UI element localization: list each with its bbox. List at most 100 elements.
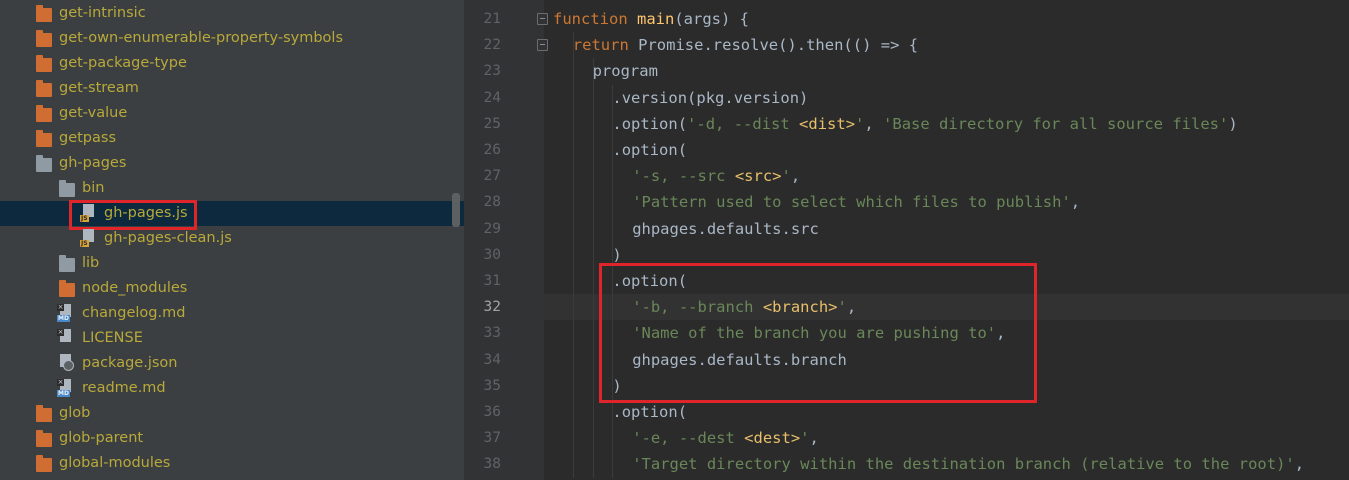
line-number: 22: [483, 37, 501, 54]
code-token: '-d, --dist: [687, 114, 800, 133]
code-line[interactable]: '-s, --src <src>',: [632, 163, 800, 189]
line-number: 33: [483, 325, 501, 342]
tree-folder-gh-pages[interactable]: gh-pages: [0, 151, 464, 176]
file-js-icon: JS: [80, 229, 98, 247]
chevron-right-icon[interactable]: [12, 126, 26, 151]
tree-folder-glob[interactable]: glob: [0, 401, 464, 426]
code-highlight-box: [599, 263, 1037, 403]
chevron-right-icon[interactable]: [12, 101, 26, 126]
code-token: .option(: [612, 141, 688, 159]
tree-folder-node-modules[interactable]: node_modules: [0, 276, 464, 301]
line-number: 30: [483, 246, 501, 263]
folder-icon: [59, 180, 75, 197]
tree-folder-get-value[interactable]: get-value: [0, 101, 464, 126]
tree-file-package-json[interactable]: package.json: [0, 351, 464, 376]
code-token: <dest>: [744, 429, 801, 448]
chevron-right-icon[interactable]: [35, 276, 49, 301]
code-line[interactable]: 'Pattern used to select which files to p…: [632, 189, 1080, 215]
folder-icon: [36, 55, 52, 72]
tree-item-label: changelog.md: [82, 305, 186, 321]
tree-file-gh-pages-clean-js[interactable]: JS gh-pages-clean.js: [0, 226, 464, 251]
code-token: ,: [864, 114, 884, 133]
code-line[interactable]: ghpages.defaults.src: [632, 216, 819, 242]
chevron-right-icon[interactable]: [12, 51, 26, 76]
tree-item-label: lib: [82, 255, 100, 271]
code-token: <src>: [734, 167, 782, 186]
code-line[interactable]: .option('-d, --dist <dist>', 'Base direc…: [612, 111, 1237, 137]
folder-icon: [59, 255, 75, 272]
line-number: 34: [483, 351, 501, 368]
code-line[interactable]: '-e, --dest <dest>',: [632, 425, 819, 451]
code-token: ,: [790, 167, 801, 186]
tree-scrollbar-thumb[interactable]: [452, 193, 460, 227]
chevron-right-icon[interactable]: [35, 251, 49, 276]
tree-item-label: package.json: [82, 355, 178, 371]
tree-item-label: glob-parent: [59, 430, 144, 446]
line-number: 25: [483, 115, 501, 132]
chevron-right-icon[interactable]: [12, 1, 26, 26]
code-line[interactable]: function main(args) {: [553, 6, 749, 32]
chevron-right-icon[interactable]: [12, 426, 26, 451]
code-editor[interactable]: 21 22 23 24 25 26 27 28 29 30 31 32 33 34 35 36 37 38 fun…: [464, 0, 1349, 480]
code-token: 'Target directory within the destination…: [632, 455, 1295, 474]
project-tree[interactable]: get-intrinsic get-own-enumerable-property…: [0, 0, 464, 480]
code-token: '-e, --dest: [632, 429, 745, 448]
tree-folder-get-package-type[interactable]: get-package-type: [0, 51, 464, 76]
line-number: 24: [483, 89, 501, 106]
folder-icon: [36, 5, 52, 22]
code-token: ': [855, 114, 865, 133]
tree-item-label: node_modules: [82, 280, 188, 296]
chevron-right-icon[interactable]: [12, 451, 26, 476]
line-number: 31: [483, 273, 501, 289]
fold-toggle-icon[interactable]: [537, 13, 548, 25]
code-token: ): [1228, 114, 1238, 133]
tree-folder-get-stream[interactable]: get-stream: [0, 76, 464, 101]
tree-folder-get-own-enumerable-property-symbols[interactable]: get-own-enumerable-property-symbols: [0, 26, 464, 51]
line-number: 27: [483, 168, 501, 185]
line-number: 23: [483, 63, 501, 80]
line-number: 21: [483, 11, 501, 27]
tree-item-label: get-stream: [59, 80, 139, 96]
code-line[interactable]: program: [593, 58, 658, 84]
code-token: ': [781, 167, 791, 186]
tree-item-label: gh-pages-clean.js: [104, 230, 232, 246]
line-number: 36: [483, 404, 501, 420]
tree-folder-global-modules[interactable]: global-modules: [0, 451, 464, 476]
chevron-right-icon[interactable]: [12, 26, 26, 51]
code-token: .option(: [612, 114, 688, 133]
code-token: Promise.resolve().then(() => {: [628, 36, 919, 55]
indent-guide: [592, 58, 594, 478]
code-token: ,: [809, 429, 819, 448]
tree-file-license[interactable]: × LICENSE: [0, 326, 464, 351]
code-token: '-s, --src: [632, 167, 735, 186]
chevron-right-icon[interactable]: [12, 401, 26, 426]
tree-item-label: readme.md: [82, 380, 166, 396]
tree-folder-getpass[interactable]: getpass: [0, 126, 464, 151]
chevron-down-icon[interactable]: [12, 151, 26, 176]
code-line[interactable]: return Promise.resolve().then(() => {: [573, 32, 918, 58]
tree-folder-get-intrinsic[interactable]: get-intrinsic: [0, 1, 464, 26]
tree-item-label: bin: [82, 180, 105, 196]
tree-folder-glob-parent[interactable]: glob-parent: [0, 426, 464, 451]
folder-icon: [36, 30, 52, 47]
line-number: 28: [483, 194, 501, 211]
code-line[interactable]: .version(pkg.version): [612, 85, 808, 111]
folder-icon: [59, 280, 75, 297]
code-line[interactable]: .option(: [612, 137, 687, 163]
code-token: .option(: [612, 403, 688, 421]
folder-icon: [36, 405, 52, 422]
tree-folder-lib[interactable]: lib: [0, 251, 464, 276]
tree-item-label: get-value: [59, 105, 128, 121]
chevron-down-icon[interactable]: [35, 176, 49, 201]
code-token: ,: [1070, 193, 1081, 212]
tree-item-label: get-own-enumerable-property-symbols: [59, 30, 344, 46]
tree-folder-bin[interactable]: bin: [0, 176, 464, 201]
tree-file-changelog-md[interactable]: × MD changelog.md: [0, 301, 464, 326]
code-line[interactable]: 'Target directory within the destination…: [632, 451, 1304, 477]
tree-file-readme-md[interactable]: × MD readme.md: [0, 376, 464, 401]
fold-toggle-icon[interactable]: [537, 39, 548, 52]
code-token: <dist>: [799, 114, 856, 133]
chevron-right-icon[interactable]: [12, 76, 26, 101]
code-token: (args) {: [674, 10, 749, 28]
